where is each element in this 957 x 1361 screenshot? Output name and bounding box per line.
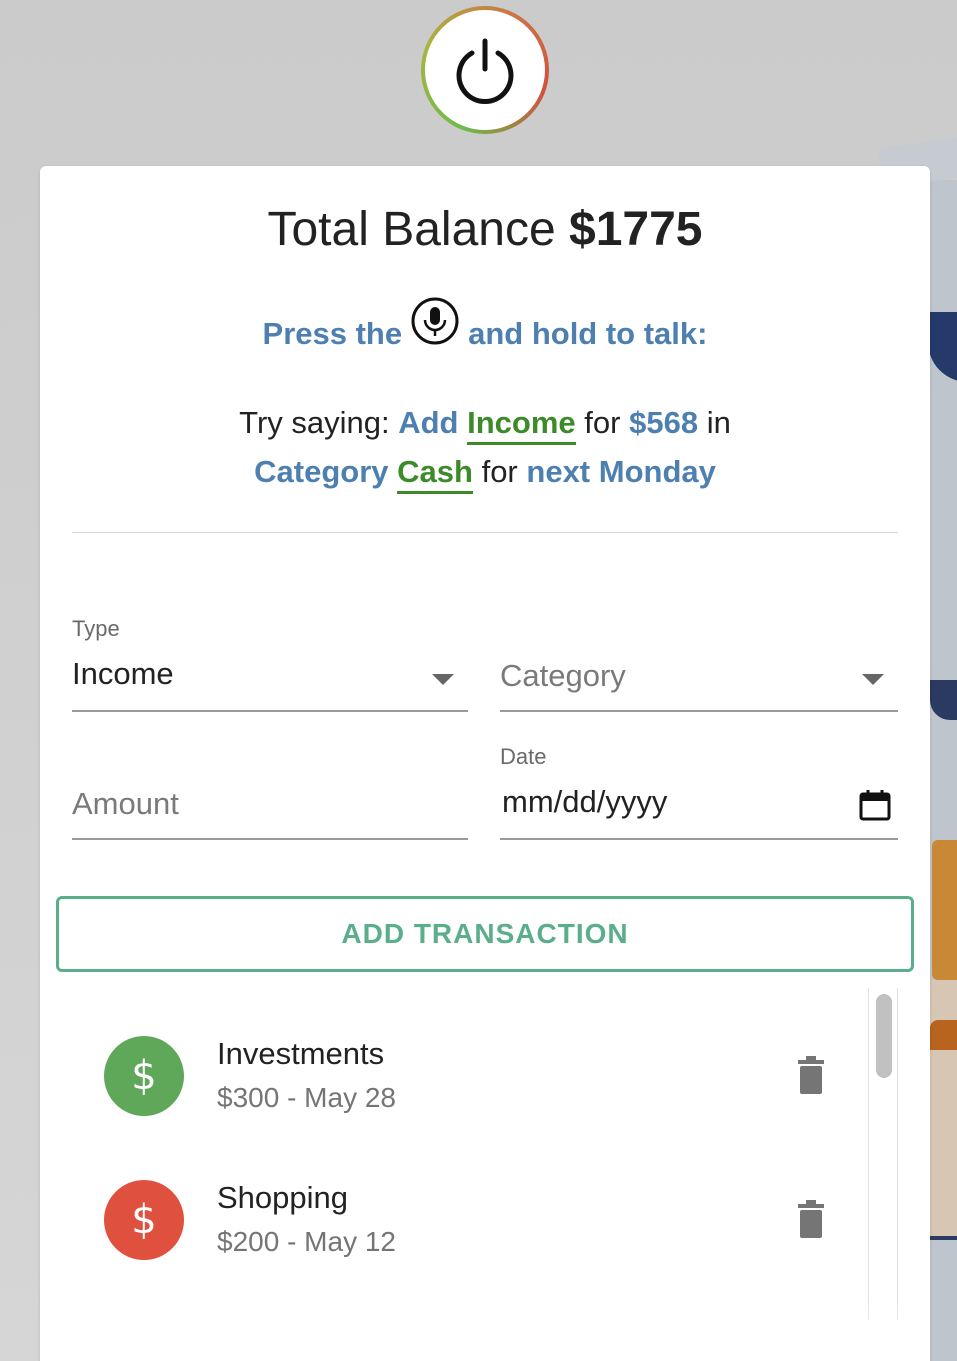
example-category: Category [254,454,389,489]
background-decoration [932,840,957,980]
amount-placeholder: Amount [72,786,179,821]
field-underline [500,710,898,712]
calendar-icon[interactable] [858,788,892,822]
transaction-title: Shopping [217,1180,349,1215]
example-try: Try saying: [239,405,390,440]
field-underline [500,838,898,840]
amount-input[interactable]: Amount [72,744,468,840]
voice-instructions: Press the and hold to talk: [40,296,930,352]
category-select[interactable]: Category [500,616,898,712]
chevron-down-icon [862,674,884,685]
expense-tracker-card: Total Balance $1775 Press the and hold t… [40,166,930,1361]
type-label: Type [72,616,120,641]
add-transaction-button[interactable]: ADD TRANSACTION [56,896,914,972]
microphone-icon [411,297,459,345]
background-decoration [928,1236,957,1240]
list-item: $ Investments $300 - May 28 [104,1036,844,1126]
trash-icon[interactable] [796,1056,826,1096]
field-underline [72,838,468,840]
background-decoration [930,980,957,1240]
date-label: Date [500,744,547,769]
chevron-down-icon [432,674,454,685]
balance-amount: $1775 [569,203,703,256]
divider [72,532,898,533]
example-income: Income [467,405,576,445]
example-in: in [706,405,731,440]
transaction-subtitle: $300 - May 28 [217,1082,396,1113]
type-value: Income [72,656,174,691]
field-underline [72,710,468,712]
dollar-icon: $ [104,1180,184,1260]
trash-icon[interactable] [796,1200,826,1240]
dollar-icon: $ [104,1036,184,1116]
example-for-date: for [481,454,518,489]
total-balance: Total Balance $1775 [40,202,930,257]
list-item: $ Shopping $200 - May 12 [104,1180,844,1270]
type-select[interactable]: Type Income [72,616,468,712]
example-add: Add [398,405,459,440]
example-cash: Cash [397,454,473,494]
date-value: mm/dd/yyyy [502,784,668,819]
voice-power-button[interactable] [421,6,549,134]
transaction-title: Investments [217,1036,385,1071]
example-for: for [584,405,621,440]
instructions-prefix: Press the [262,316,403,351]
scrollbar-thumb[interactable] [876,994,892,1078]
example-date: next Monday [526,454,716,489]
transaction-list[interactable]: $ Investments $300 - May 28 $ Shopping $… [40,986,930,1320]
balance-label: Total Balance [267,203,556,256]
example-amount: $568 [629,405,699,440]
bottom-fade [40,1300,930,1361]
power-icon [456,38,514,104]
date-input[interactable]: Date mm/dd/yyyy [500,744,898,840]
instructions-suffix: and hold to talk: [468,316,708,351]
list-scrollbar[interactable] [868,988,898,1320]
background-decoration [930,1020,957,1050]
category-placeholder: Category [500,658,626,693]
voice-example: Try saying: Add Income for $568 in Categ… [40,398,930,496]
transaction-subtitle: $200 - May 12 [217,1226,396,1257]
